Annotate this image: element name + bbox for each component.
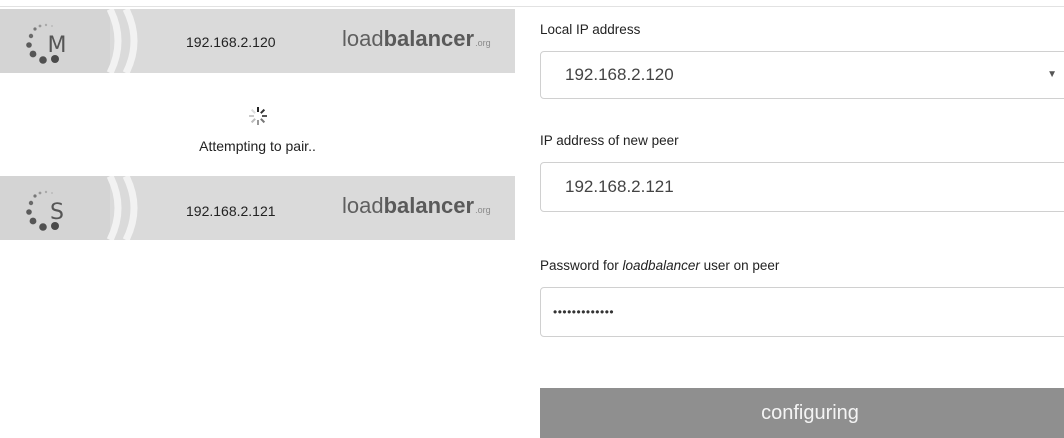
peer-pairing-page: M 192.168.2.120 loadbalancer.org Attempt… xyxy=(0,0,1064,438)
master-node-icon: M xyxy=(26,23,67,64)
card-divider-arc xyxy=(104,176,140,240)
peer-ip-input[interactable]: 192.168.2.121 xyxy=(540,162,1064,212)
top-divider xyxy=(0,0,1064,7)
peer-ip-label: IP address of new peer xyxy=(540,133,679,148)
local-ip-label: Local IP address xyxy=(540,22,641,37)
loadbalancer-logo: loadbalancer.org xyxy=(342,26,491,51)
slave-ip-text: 192.168.2.121 xyxy=(186,203,276,219)
slave-appliance-card: S 192.168.2.121 loadbalancer.org xyxy=(0,176,515,240)
master-badge-letter: M xyxy=(48,33,67,58)
card-divider-arc xyxy=(104,9,140,73)
configure-submit-button[interactable]: configuring xyxy=(540,388,1064,438)
pairing-status: Attempting to pair.. xyxy=(0,105,515,154)
peer-ip-input-value: 192.168.2.121 xyxy=(565,177,674,196)
password-label: Password for loadbalancer user on peer xyxy=(540,258,780,273)
slave-badge-letter: S xyxy=(50,200,64,225)
local-ip-selected-value: 192.168.2.120 xyxy=(565,65,674,84)
loadbalancer-logo: loadbalancer.org xyxy=(342,193,491,218)
loading-spinner-icon xyxy=(248,107,267,125)
slave-node-icon: S xyxy=(26,190,64,231)
slave-badge: S xyxy=(0,176,110,240)
pairing-status-text: Attempting to pair.. xyxy=(199,138,316,154)
master-appliance-card: M 192.168.2.120 loadbalancer.org xyxy=(0,9,515,73)
master-ip-text: 192.168.2.120 xyxy=(186,34,276,50)
master-badge: M xyxy=(0,9,110,73)
peer-password-masked-value: ••••••••••••• xyxy=(553,305,615,319)
local-ip-select[interactable]: 192.168.2.120 ▼ xyxy=(540,51,1064,99)
dropdown-arrow-icon: ▼ xyxy=(1047,69,1057,80)
peer-password-input[interactable]: ••••••••••••• xyxy=(540,287,1064,337)
